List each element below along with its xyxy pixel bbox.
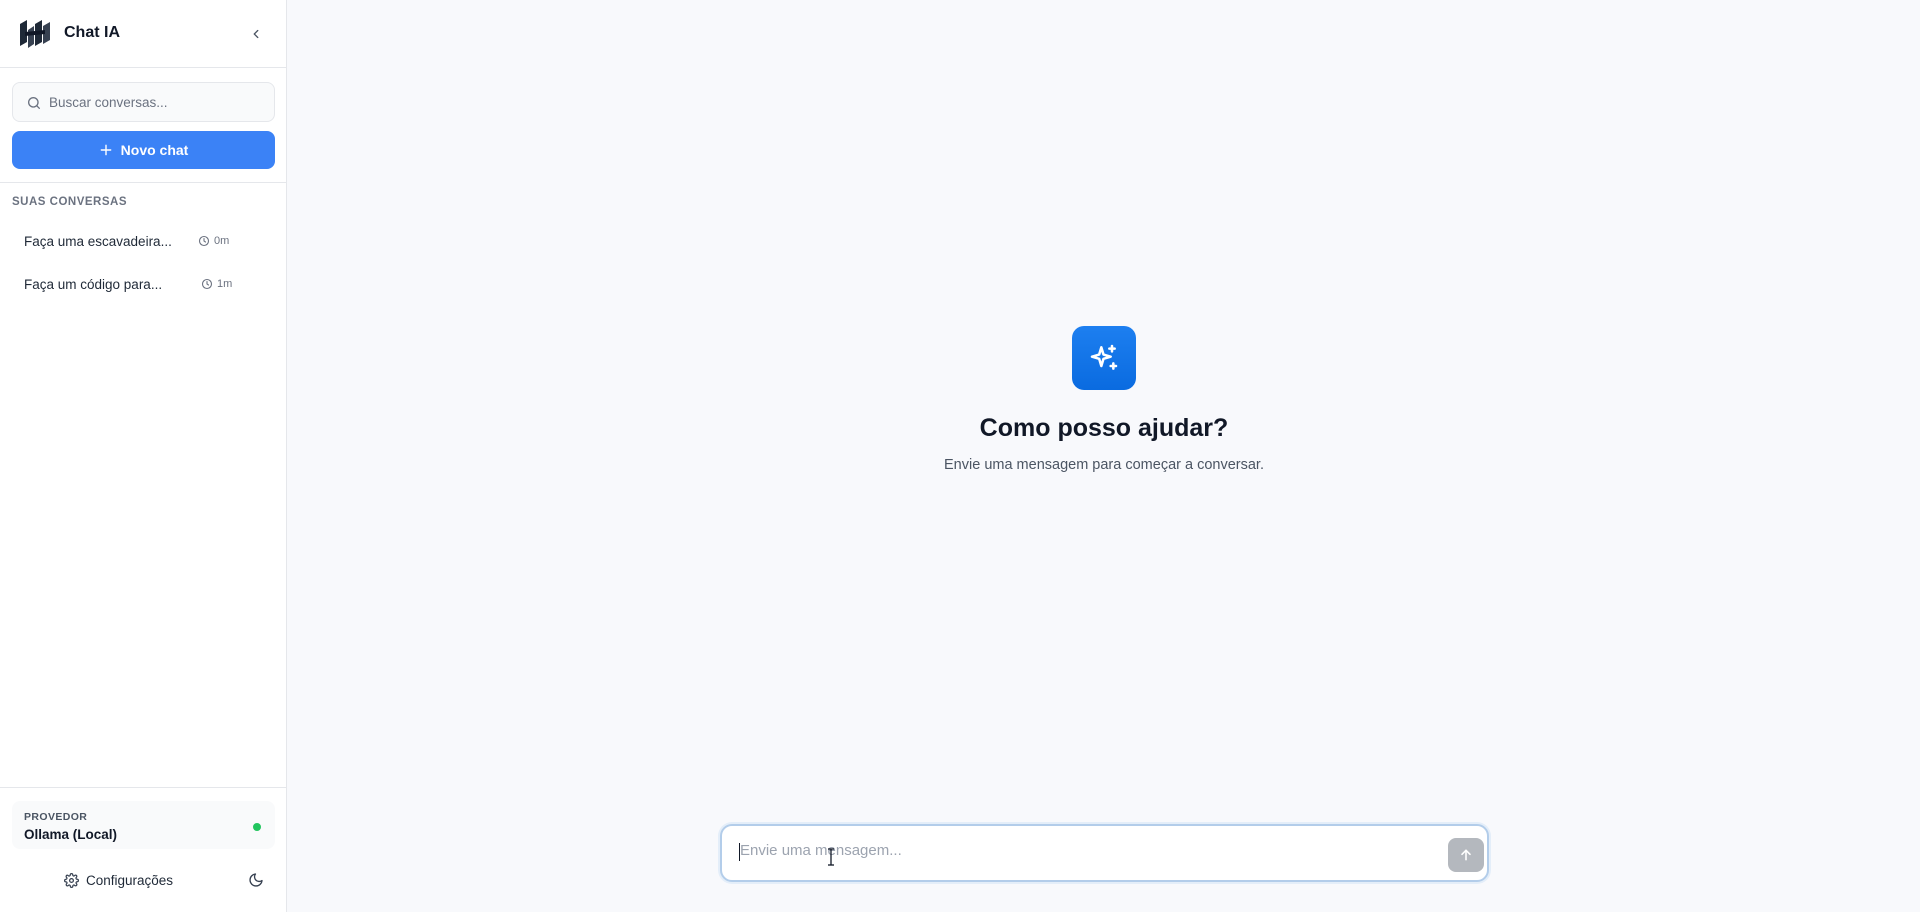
theme-toggle-button[interactable] [246,870,266,890]
sidebar-header: Chat IA [0,0,286,68]
brand-logo [20,20,50,48]
divider [0,182,286,183]
arrow-up-icon [1461,849,1471,861]
mouse-cursor-ibeam-icon [828,848,834,866]
conversation-time-label: 0m [214,235,230,247]
status-indicator [253,823,261,831]
settings-button[interactable]: Configurações [64,869,173,891]
sidebar: Chat IA Novo chat SUAS CONVERSAS Faça um… [0,0,287,912]
send-button[interactable] [1448,838,1484,872]
conversation-item[interactable]: Faça uma escavadeira... 0m [12,224,275,260]
app-window: Chat IA Novo chat SUAS CONVERSAS Faça um… [0,0,1920,912]
conversation-time: 1m [201,278,232,290]
provider-label: PROVEDOR [24,811,88,823]
conversation-title: Faça um código para... [24,277,163,292]
settings-label: Configurações [86,872,174,888]
chat-main: Como posso ajudar? Envie uma mensagem pa… [288,0,1920,912]
search-box [12,82,275,122]
plus-icon [100,144,112,156]
collapse-sidebar-button[interactable] [246,24,266,44]
conversation-title: Faça uma escavadeira... [24,234,172,249]
clock-icon [201,278,213,290]
search-input[interactable] [49,83,269,121]
new-chat-label: Novo chat [120,142,189,158]
moon-icon [249,873,263,887]
hero-title: Como posso ajudar? [979,414,1229,442]
conversations-section-label: SUAS CONVERSAS [12,196,127,208]
divider [0,787,286,788]
conversation-item[interactable]: Faça um código para... 1m [12,267,275,303]
text-caret [739,843,740,861]
chevron-left-icon [253,29,259,39]
clock-icon [198,235,210,247]
conversation-time: 0m [198,235,229,247]
provider-selector[interactable]: PROVEDOR Ollama (Local) [12,801,275,849]
sparkles-icon [1090,344,1118,370]
conversation-time-label: 1m [217,278,233,290]
new-chat-button[interactable]: Novo chat [12,131,275,169]
app-title: Chat IA [64,24,120,41]
message-input[interactable] [740,842,1420,866]
hero-subtitle: Envie uma mensagem para começar a conver… [944,457,1264,473]
search-icon [28,97,40,109]
hero-badge [1072,326,1136,390]
provider-name: Ollama (Local) [24,827,118,842]
gear-icon [64,872,79,888]
